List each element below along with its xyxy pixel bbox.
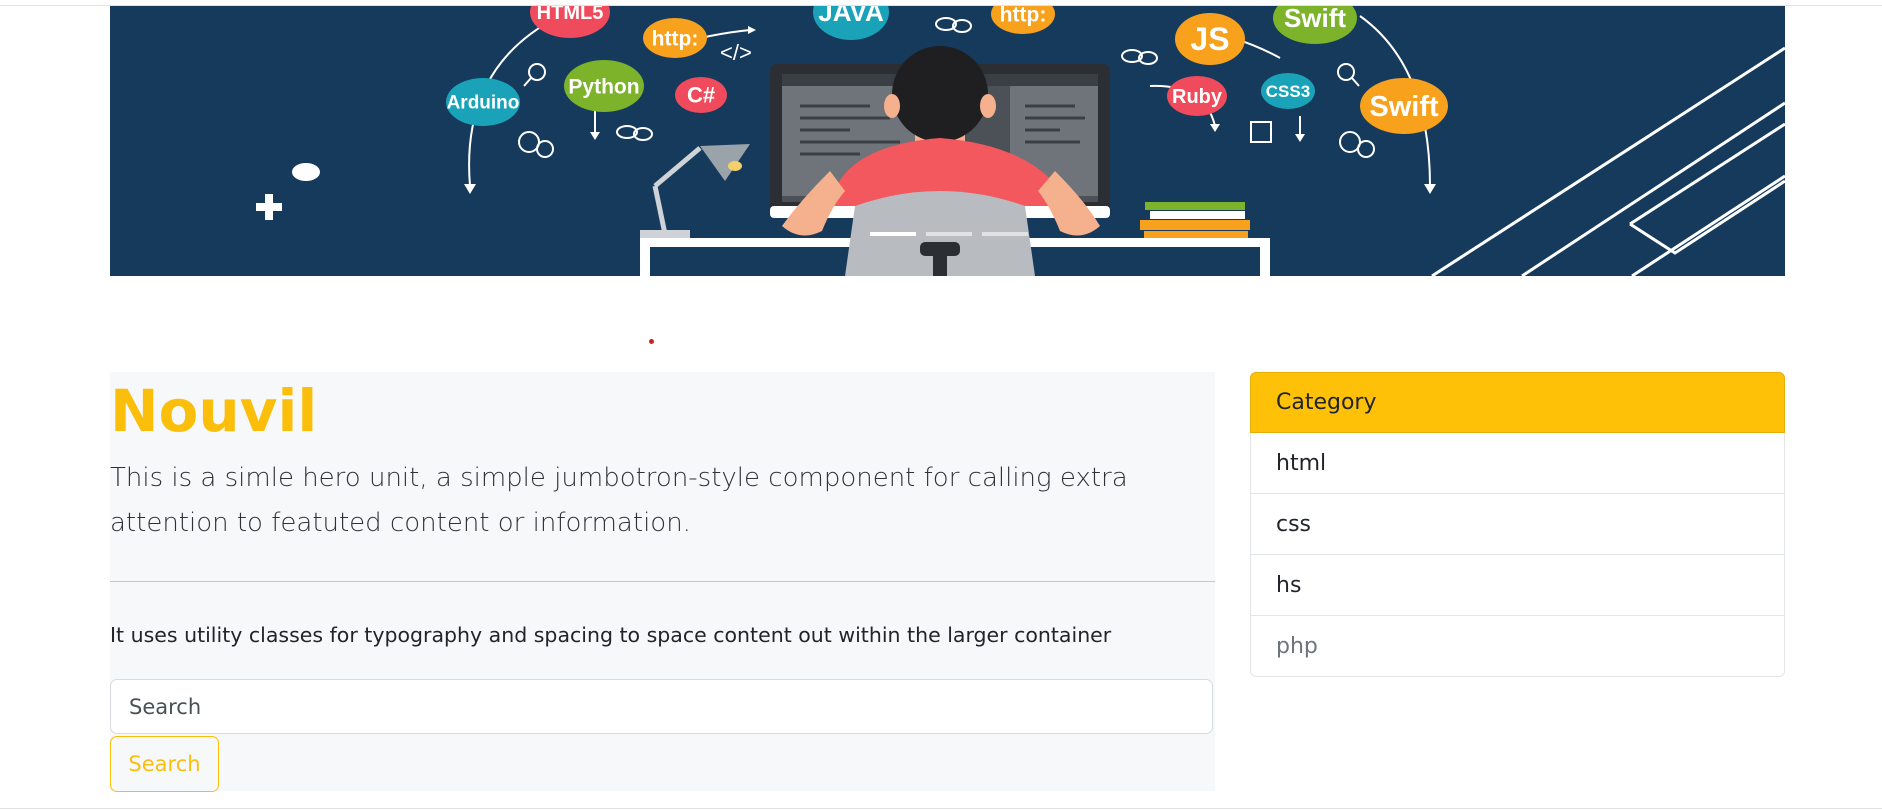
tech-bubble-swift-11: Swift	[1360, 78, 1448, 134]
category-item-hs[interactable]: hs	[1250, 555, 1785, 616]
category-list: Category html css hs php	[1250, 372, 1785, 677]
tech-bubble-label: http:	[652, 27, 699, 50]
tech-bubble-label: Ruby	[1172, 86, 1223, 108]
tech-bubble-python-7: Python	[564, 60, 644, 112]
tech-bubble-html5-0: HTML5	[530, 6, 610, 38]
hero-banner-carousel: HTML5 http: JAVA http: JS Swift Arduino Python C…	[110, 6, 1785, 276]
category-item-css[interactable]: css	[1250, 494, 1785, 555]
tech-bubble-label: HTML5	[537, 6, 604, 24]
tech-bubble-label: http:	[1000, 6, 1047, 26]
jumbotron-lead: This is a simle hero unit, a simple jumb…	[110, 463, 1128, 538]
carousel-indicator-3[interactable]	[982, 232, 1028, 236]
search-button[interactable]: Search	[110, 736, 219, 792]
tech-bubble-http-3: http:	[991, 6, 1055, 34]
tech-bubble-label: CSS3	[1266, 82, 1310, 101]
tech-bubble-label: Arduino	[447, 93, 520, 114]
carousel-indicator-1[interactable]	[870, 232, 916, 236]
tech-bubble-c-8: C#	[675, 77, 727, 113]
banner-illustration: HTML5 http: JAVA http: JS Swift Arduino Python C…	[256, 6, 1785, 276]
tech-bubble-java-2: JAVA	[813, 6, 889, 40]
bottom-border	[0, 808, 1882, 809]
tech-bubble-label: Swift	[1369, 91, 1439, 123]
red-dot-marker	[649, 339, 654, 344]
tech-bubble-label: Python	[568, 75, 639, 98]
jumbotron-title: Nouvil	[110, 377, 318, 445]
tech-bubble-label: Swift	[1284, 6, 1346, 33]
tech-bubble-http-1: http:	[643, 18, 707, 58]
tech-bubble-css3-10: CSS3	[1261, 73, 1315, 109]
search-input[interactable]	[110, 679, 1213, 734]
tech-bubble-label: JS	[1190, 21, 1229, 57]
jumbotron-text: It uses utility classes for typography a…	[110, 623, 1112, 647]
carousel-indicator-2[interactable]	[926, 232, 972, 236]
tech-bubble-ruby-9: Ruby	[1167, 76, 1227, 116]
category-header: Category	[1250, 372, 1785, 433]
tech-bubble-label: JAVA	[818, 6, 884, 27]
tech-bubble-label: C#	[687, 83, 715, 108]
tech-bubble-js-4: JS	[1175, 13, 1245, 65]
tech-bubble-arduino-6: Arduino	[446, 78, 520, 126]
category-item-html[interactable]: html	[1250, 433, 1785, 494]
jumbotron-divider	[110, 581, 1215, 582]
jumbotron: Nouvil This is a simle hero unit, a simp…	[110, 372, 1215, 792]
category-item-php[interactable]: php	[1250, 616, 1785, 677]
code-tag-glyph: </>	[720, 40, 752, 65]
tech-bubble-swift-5: Swift	[1273, 6, 1357, 44]
